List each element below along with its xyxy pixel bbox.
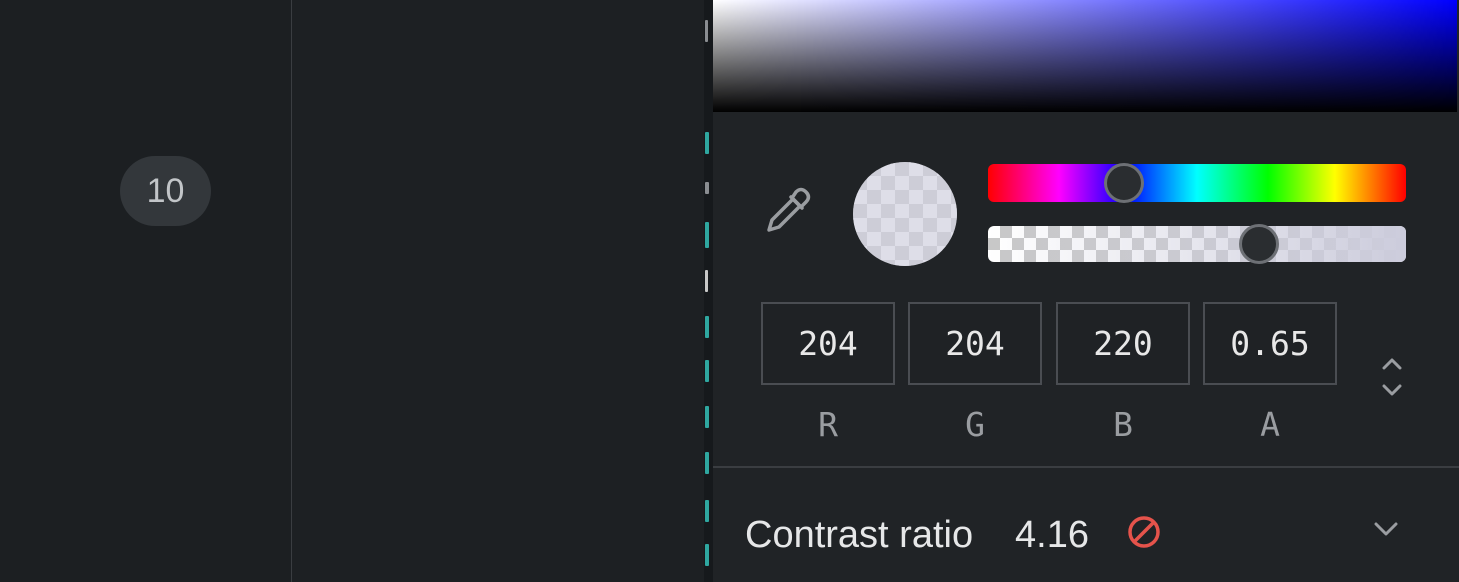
green-channel-label: G [965,404,985,444]
contrast-ratio-row[interactable]: Contrast ratio 4.16 [713,468,1459,582]
hue-slider[interactable] [988,164,1406,202]
line-number-badge[interactable]: 10 [120,156,211,226]
eyedropper-button[interactable] [763,184,815,236]
contrast-ratio-value: 4.16 [1015,514,1089,556]
code-preview-strip [704,0,713,582]
alpha-slider[interactable] [988,226,1406,262]
blue-channel-input[interactable]: 220 [1056,302,1190,385]
color-preview-swatch [853,162,957,266]
alpha-channel-input[interactable]: 0.65 [1203,302,1337,385]
red-channel-label: R [818,404,838,444]
color-format-toggle-button[interactable] [1377,354,1407,400]
green-channel-input[interactable]: 204 [908,302,1042,385]
eyedropper-icon [767,187,811,232]
up-down-chevron-icon [1382,358,1402,396]
blue-channel-label: B [1113,404,1133,444]
editor-pane [292,0,704,582]
alpha-slider-thumb[interactable] [1239,224,1279,264]
chevron-down-icon[interactable] [1369,514,1403,544]
line-number-gutter: 10 [0,0,292,582]
hue-slider-thumb[interactable] [1104,163,1144,203]
alpha-channel-label: A [1260,404,1280,444]
saturation-value-area[interactable] [713,0,1457,112]
red-channel-input[interactable]: 204 [761,302,895,385]
fail-no-icon [1128,516,1160,548]
color-picker-popover: 204 204 220 0.65 R G B A Contrast ratio … [713,0,1459,582]
contrast-ratio-label: Contrast ratio [745,514,974,556]
